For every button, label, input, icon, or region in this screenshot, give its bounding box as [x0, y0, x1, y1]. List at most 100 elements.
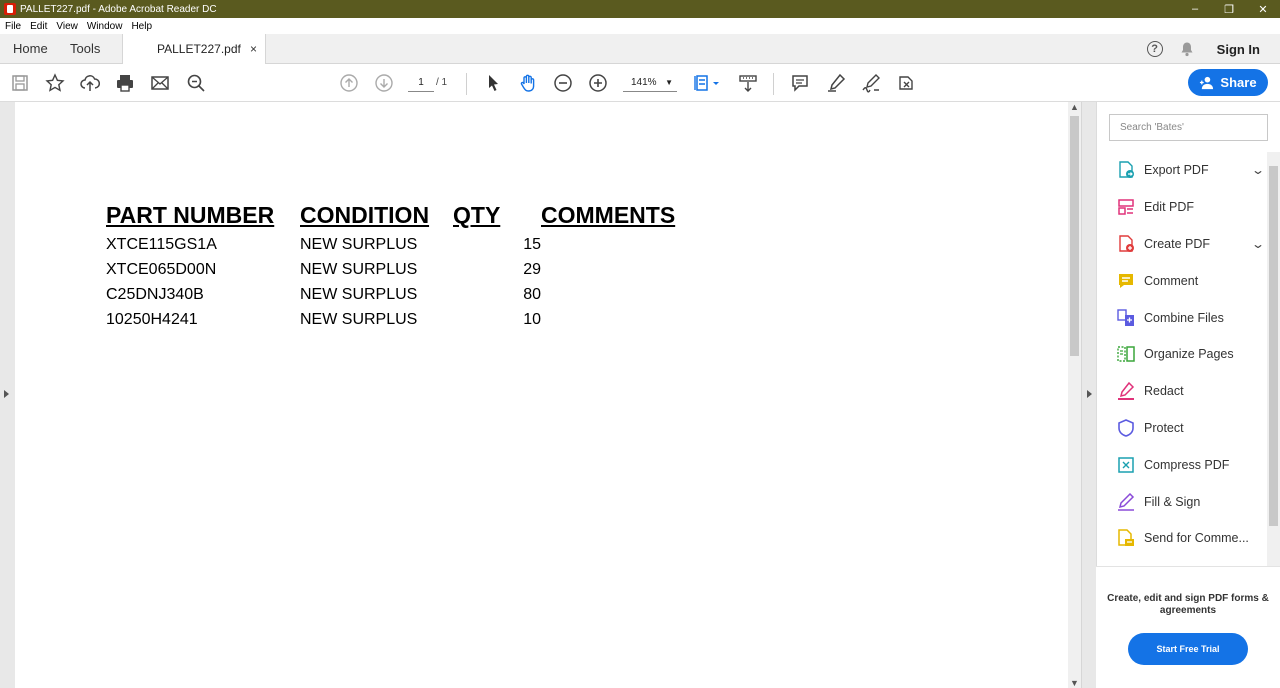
share-button[interactable]: Share: [1188, 69, 1268, 96]
more-tools-icon[interactable]: [895, 72, 917, 94]
tool-organize-pages[interactable]: Organize Pages: [1097, 336, 1267, 373]
expand-left-panel-icon[interactable]: [4, 390, 9, 398]
zoom-search-icon[interactable]: [185, 72, 207, 94]
comments-cell: [541, 307, 691, 332]
header-condition: CONDITION: [300, 201, 430, 228]
menu-view[interactable]: View: [56, 21, 78, 32]
scroll-down-icon[interactable]: ▼: [1070, 678, 1079, 688]
tool-combine-files[interactable]: Combine Files: [1097, 299, 1267, 336]
help-icon[interactable]: ?: [1146, 41, 1163, 57]
scroll-up-icon[interactable]: ▲: [1070, 102, 1079, 112]
part-number-cell: 10250H4241: [106, 310, 198, 328]
zoom-in-icon[interactable]: [587, 72, 609, 94]
condition-cell: NEW SURPLUS: [300, 285, 418, 303]
minimize-button[interactable]: –: [1178, 0, 1212, 18]
email-icon[interactable]: [149, 72, 171, 94]
collapse-right-panel-icon[interactable]: [1087, 390, 1092, 398]
tab-document[interactable]: PALLET227.pdf ×: [122, 34, 266, 65]
tool-label: Compress PDF: [1144, 457, 1230, 472]
highlight-pen-icon[interactable]: [825, 72, 847, 94]
condition-cell: NEW SURPLUS: [300, 260, 418, 278]
page-up-icon[interactable]: [338, 72, 360, 94]
tools-search-input[interactable]: Search 'Bates': [1109, 114, 1268, 141]
close-window-button[interactable]: ✕: [1246, 0, 1280, 18]
tool-edit-pdf[interactable]: Edit PDF: [1097, 189, 1267, 226]
tool-label: Comment: [1144, 273, 1199, 288]
title-bar: PALLET227.pdf - Adobe Acrobat Reader DC …: [0, 0, 1280, 18]
upload-cloud-icon[interactable]: [79, 72, 101, 94]
left-panel-rail: [0, 102, 15, 688]
zoom-level-dropdown[interactable]: 141% ▼: [623, 74, 677, 92]
tools-pane-scrollbar[interactable]: [1267, 152, 1280, 566]
menu-edit[interactable]: Edit: [30, 21, 47, 32]
chevron-down-icon[interactable]: ⌄: [1251, 237, 1265, 251]
chevron-down-icon[interactable]: ⌄: [1251, 163, 1265, 177]
menu-help[interactable]: Help: [131, 21, 152, 32]
tool-label: Send for Comme...: [1144, 531, 1249, 546]
sign-in-link[interactable]: Sign In: [1217, 42, 1260, 57]
scrollbar-thumb[interactable]: [1269, 166, 1278, 526]
main-toolbar: 1 / 1 141% ▼ Share: [0, 64, 1280, 102]
sign-icon[interactable]: [860, 72, 882, 94]
protect-icon: [1118, 419, 1134, 437]
qty-cell: 29: [523, 260, 541, 278]
notification-bell-icon[interactable]: [1179, 41, 1195, 57]
qty-cell: 15: [523, 235, 541, 253]
combine-files-icon: [1117, 308, 1134, 326]
tool-send-for-comments[interactable]: Send for Comme...: [1097, 520, 1267, 557]
header-comments: COMMENTS: [541, 201, 676, 228]
condition-cell: NEW SURPLUS: [300, 235, 418, 253]
organize-pages-icon: [1117, 346, 1135, 363]
tool-protect[interactable]: Protect: [1097, 410, 1267, 447]
add-person-icon: [1200, 76, 1214, 90]
tool-label: Fill & Sign: [1144, 494, 1201, 509]
tool-compress-pdf[interactable]: Compress PDF: [1097, 446, 1267, 483]
part-number-cell: C25DNJ340B: [106, 285, 204, 303]
hand-tool-icon[interactable]: [517, 72, 539, 94]
tab-home[interactable]: Home: [13, 34, 48, 64]
redact-icon: [1118, 382, 1135, 401]
tool-label: Edit PDF: [1144, 200, 1195, 215]
tab-tools[interactable]: Tools: [70, 34, 100, 64]
print-icon[interactable]: [114, 72, 136, 94]
comment-icon[interactable]: [789, 72, 811, 94]
menu-file[interactable]: File: [5, 21, 21, 32]
tool-label: Redact: [1144, 384, 1184, 399]
tool-redact[interactable]: Redact: [1097, 373, 1267, 410]
tool-label: Protect: [1144, 420, 1184, 435]
table-header-row: PART NUMBER CONDITION QTY COMMENTS: [106, 198, 691, 232]
page-number-input[interactable]: 1: [408, 74, 434, 92]
page-fit-icon[interactable]: [692, 72, 722, 94]
tool-export-pdf[interactable]: Export PDF ⌄: [1097, 152, 1267, 189]
right-panel-rail: [1081, 102, 1096, 688]
tool-label: Organize Pages: [1144, 347, 1234, 362]
menu-window[interactable]: Window: [87, 21, 123, 32]
acrobat-app-icon: [4, 3, 16, 15]
part-number-cell: XTCE115GS1A: [106, 235, 217, 253]
tool-create-pdf[interactable]: Create PDF ⌄: [1097, 226, 1267, 263]
maximize-button[interactable]: ❐: [1212, 0, 1246, 18]
table-row: 10250H4241 NEW SURPLUS 10: [106, 307, 691, 332]
tool-fill-sign[interactable]: Fill & Sign: [1097, 483, 1267, 520]
start-free-trial-button[interactable]: Start Free Trial: [1128, 633, 1248, 665]
read-mode-icon[interactable]: [737, 72, 759, 94]
tool-label: Create PDF: [1144, 236, 1210, 251]
create-pdf-icon: [1119, 235, 1134, 252]
zoom-out-icon[interactable]: [552, 72, 574, 94]
qty-cell: 80: [523, 285, 541, 303]
bookmark-star-icon[interactable]: [44, 72, 66, 94]
close-tab-icon[interactable]: ×: [250, 34, 257, 64]
scrollbar-thumb[interactable]: [1070, 116, 1079, 356]
document-scrollbar[interactable]: ▲ ▼: [1068, 102, 1081, 688]
tab-bar: Home Tools PALLET227.pdf × ? Sign In: [0, 34, 1280, 65]
table-row: XTCE065D00N NEW SURPLUS 29: [106, 257, 691, 282]
page-down-icon[interactable]: [373, 72, 395, 94]
tool-comment[interactable]: Comment: [1097, 262, 1267, 299]
edit-pdf-icon: [1118, 199, 1134, 215]
chevron-down-icon: ▼: [665, 78, 673, 87]
table-row: XTCE115GS1A NEW SURPLUS 15: [106, 232, 691, 257]
promo-text: Create, edit and sign PDF forms & agreem…: [1107, 593, 1269, 616]
select-cursor-icon[interactable]: [482, 72, 504, 94]
document-tab-label: PALLET227.pdf: [157, 42, 241, 56]
save-icon[interactable]: [9, 72, 31, 94]
